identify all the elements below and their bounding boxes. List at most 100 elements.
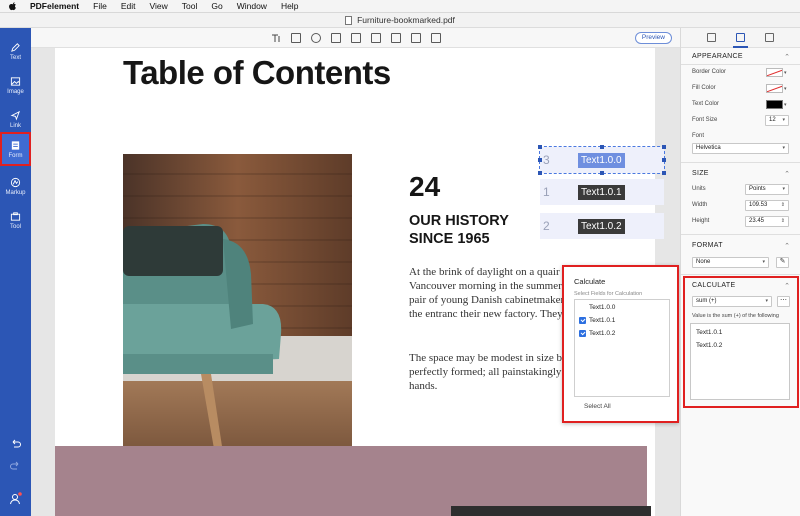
appearance-tab-icon[interactable] (736, 33, 745, 42)
menu-go[interactable]: Go (211, 1, 222, 11)
resize-handle[interactable] (662, 158, 666, 162)
checkbox-checked[interactable] (579, 330, 586, 337)
font-select[interactable]: Helvetica ▾ (692, 143, 789, 154)
signature-tool-icon[interactable] (411, 33, 421, 43)
border-color-swatch[interactable] (766, 68, 783, 77)
stepper-icon[interactable]: ⇕ (781, 217, 785, 226)
text-color-label: Text Color (692, 101, 720, 107)
properties-panel: APPEARANCE ⌃ Border Color ▾ Fill Color ▾… (680, 28, 800, 516)
chevron-up-icon[interactable]: ⌃ (784, 53, 790, 61)
menu-app[interactable]: PDFelement (30, 1, 79, 11)
chevron-down-icon: ▾ (782, 117, 785, 123)
sidebar-label: Text (9, 54, 21, 61)
chevron-up-icon[interactable]: ⌃ (784, 170, 790, 178)
calculation-field-item[interactable]: Text1.0.2 (696, 342, 722, 349)
width-input[interactable]: 109.53 ⇕ (745, 200, 789, 211)
edit-format-button[interactable]: ✎ (776, 257, 789, 268)
picker-subtitle: Select Fields for Calculation (574, 291, 643, 297)
select-all-label: Select All (584, 403, 611, 410)
listbox-tool-icon[interactable] (351, 33, 361, 43)
field-option-text1-0-2[interactable]: Text1.0.2 (579, 330, 615, 337)
redo-icon[interactable] (9, 460, 22, 473)
units-select[interactable]: Points ▾ (745, 184, 789, 195)
combobox-tool-icon[interactable] (331, 33, 341, 43)
account-icon[interactable] (9, 492, 22, 505)
sidebar-item-link[interactable]: Link (0, 102, 31, 136)
checkbox-tool-icon[interactable] (291, 33, 301, 43)
document-icon (345, 15, 353, 25)
text-field-text1-0-1[interactable]: Text1.0.1 (578, 185, 625, 200)
text-field-text1-0-2[interactable]: Text1.0.2 (578, 219, 625, 234)
font-size-value: 12 (769, 117, 776, 123)
resize-handle[interactable] (600, 145, 604, 149)
button-tool-icon[interactable] (371, 33, 381, 43)
units-label: Units (692, 186, 706, 192)
units-value: Points (749, 186, 766, 192)
apple-icon[interactable] (8, 1, 18, 11)
chevron-down-icon[interactable]: ▾ (784, 86, 787, 92)
menu-file[interactable]: File (93, 1, 107, 11)
font-size-select[interactable]: 12 ▾ (765, 115, 789, 126)
calendar-tab-icon[interactable] (765, 33, 774, 42)
resize-handle[interactable] (662, 171, 666, 175)
menu-edit[interactable]: Edit (121, 1, 136, 11)
calculate-field-picker: Calculate Select Fields for Calculation … (562, 265, 679, 423)
option-label: Text1.0.2 (589, 330, 616, 337)
format-select[interactable]: None ▾ (692, 257, 769, 268)
sidebar-item-image[interactable]: Image (0, 68, 31, 102)
menu-window[interactable]: Window (237, 1, 267, 11)
select-all-option[interactable]: Select All (574, 403, 611, 410)
checkbox-checked[interactable] (579, 317, 586, 324)
resize-handle[interactable] (600, 171, 604, 175)
field-order-number: 3 (543, 153, 550, 167)
sidebar-item-text[interactable]: Text (0, 34, 31, 68)
field-checklist: Text1.0.0 Text1.0.1 Text1.0.2 (574, 299, 670, 397)
format-header[interactable]: FORMAT (692, 242, 723, 249)
undo-icon[interactable] (9, 438, 22, 451)
resize-handle[interactable] (538, 171, 542, 175)
resize-handle[interactable] (538, 158, 542, 162)
menu-view[interactable]: View (149, 1, 167, 11)
title-bar: Furniture-bookmarked.pdf (0, 13, 800, 28)
panel-tabs (681, 28, 800, 48)
text-color-swatch[interactable] (766, 100, 783, 109)
chair-photo (123, 154, 352, 476)
text-field-row[interactable]: 2 Text1.0.2 (540, 213, 664, 239)
size-header[interactable]: SIZE (692, 170, 709, 177)
fill-color-swatch[interactable] (766, 84, 783, 93)
chevron-down-icon[interactable]: ▾ (784, 70, 787, 76)
select-all-checkbox[interactable] (574, 403, 581, 410)
field-option-text1-0-1[interactable]: Text1.0.1 (579, 317, 615, 324)
left-sidebar: Text Image Link Form Markup Tool (0, 28, 31, 516)
sidebar-item-markup[interactable]: Markup (0, 169, 31, 203)
calculation-field-list: Text1.0.1 Text1.0.2 (690, 323, 790, 400)
field-order-number: 2 (543, 219, 550, 233)
sidebar-label: Image (7, 88, 24, 95)
calculation-field-item[interactable]: Text1.0.1 (696, 329, 722, 336)
field-option-text1-0-0[interactable]: Text1.0.0 (579, 304, 615, 311)
text-field-text1-0-0[interactable]: Text1.0.0 (578, 153, 625, 168)
stepper-icon[interactable]: ⇕ (781, 201, 785, 210)
menu-tool[interactable]: Tool (182, 1, 198, 11)
properties-tab-icon[interactable] (707, 33, 716, 42)
radio-tool-icon[interactable] (311, 33, 321, 43)
sidebar-item-tool[interactable]: Tool (0, 203, 31, 237)
align-tool-icon[interactable] (431, 33, 441, 43)
appearance-header[interactable]: APPEARANCE (692, 53, 743, 60)
link-icon (10, 110, 21, 121)
height-input[interactable]: 23.45 ⇕ (745, 216, 789, 227)
text-field-row-selected[interactable]: 3 Text1.0.0 (538, 145, 666, 175)
preview-button[interactable]: Preview (634, 32, 672, 44)
menu-help[interactable]: Help (281, 1, 298, 11)
resize-handle[interactable] (538, 145, 542, 149)
sidebar-item-form[interactable]: Form (0, 132, 31, 166)
sidebar-label: Link (9, 122, 21, 129)
resize-handle[interactable] (662, 145, 666, 149)
text-field-row[interactable]: 1 Text1.0.1 (540, 179, 664, 205)
text-field-tool-icon[interactable] (271, 33, 281, 43)
chevron-down-icon[interactable]: ▾ (784, 102, 787, 108)
width-label: Width (692, 202, 708, 208)
image-field-tool-icon[interactable] (391, 33, 401, 43)
chevron-up-icon[interactable]: ⌃ (784, 242, 790, 250)
image-block (451, 506, 651, 516)
